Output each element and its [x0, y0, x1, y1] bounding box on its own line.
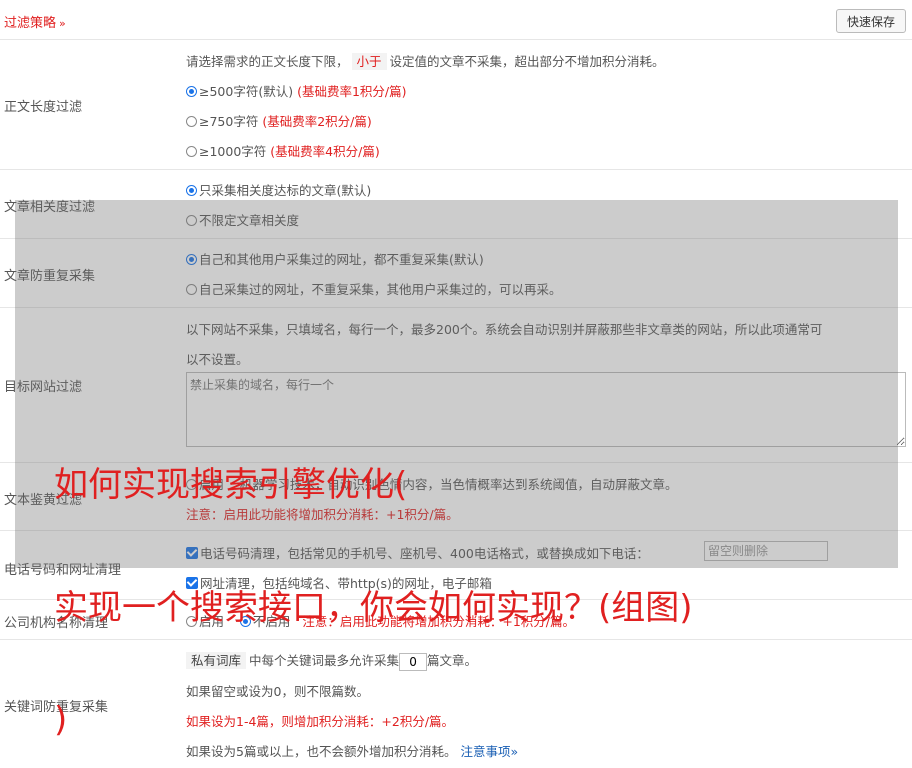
max-articles-input[interactable] — [399, 652, 428, 671]
less-than-tag: 小于 — [351, 53, 387, 70]
chevron-down-icon: » — [59, 17, 66, 30]
chevron-down-icon: » — [510, 744, 519, 759]
private-lexicon-tag: 私有词库 — [186, 652, 247, 669]
watermark-line-2: 实现一个搜索接口，你会如何实现？(组图) — [54, 588, 693, 628]
keyword-dedupe-line-1: 私有词库中每个关键词最多允许采集篇文章。 — [186, 650, 477, 671]
length-option-500[interactable]: ≥500字符(默认) (基础费率1积分/篇) — [186, 81, 407, 100]
watermark-line-3: ) — [54, 700, 68, 740]
watermark-line-1: 如何实现搜索引擎优化( — [54, 465, 408, 505]
notes-link[interactable]: 注意事项» — [460, 744, 518, 759]
radio-selected-icon[interactable] — [186, 86, 197, 97]
length-filter-row: 正文长度过滤 请选择需求的正文长度下限， 小于 设定值的文章不采集，超出部分不增加积… — [0, 40, 912, 170]
keyword-dedupe-line-4: 如果设为5篇或以上，也不会额外增加积分消耗。 注意事项» — [186, 744, 519, 759]
section-title-text: 过滤策略 — [4, 16, 57, 31]
filter-strategy-header: 过滤策略» 快速保存 — [0, 0, 912, 40]
relevance-option-strict[interactable]: 只采集相关度达标的文章(默认) — [186, 180, 371, 199]
keyword-dedupe-row: 关键词防重复采集 私有词库中每个关键词最多允许采集篇文章。 如果留空或设为0，则… — [0, 640, 912, 768]
gray-overlay — [15, 200, 898, 568]
section-title[interactable]: 过滤策略» — [4, 12, 66, 31]
radio-icon[interactable] — [186, 116, 197, 127]
length-filter-label: 正文长度过滤 — [4, 100, 83, 115]
radio-icon[interactable] — [186, 146, 197, 157]
length-option-750[interactable]: ≥750字符 (基础费率2积分/篇) — [186, 111, 372, 130]
quick-save-button[interactable]: 快速保存 — [836, 9, 906, 33]
length-filter-intro: 请选择需求的正文长度下限， 小于 设定值的文章不采集，超出部分不增加积分消耗。 — [186, 53, 665, 70]
keyword-dedupe-line-3: 如果设为1-4篇，则增加积分消耗：+2积分/篇。 — [186, 714, 455, 729]
radio-selected-icon[interactable] — [186, 185, 197, 196]
keyword-dedupe-line-2: 如果留空或设为0，则不限篇数。 — [186, 684, 369, 699]
length-option-1000[interactable]: ≥1000字符 (基础费率4积分/篇) — [186, 141, 380, 160]
